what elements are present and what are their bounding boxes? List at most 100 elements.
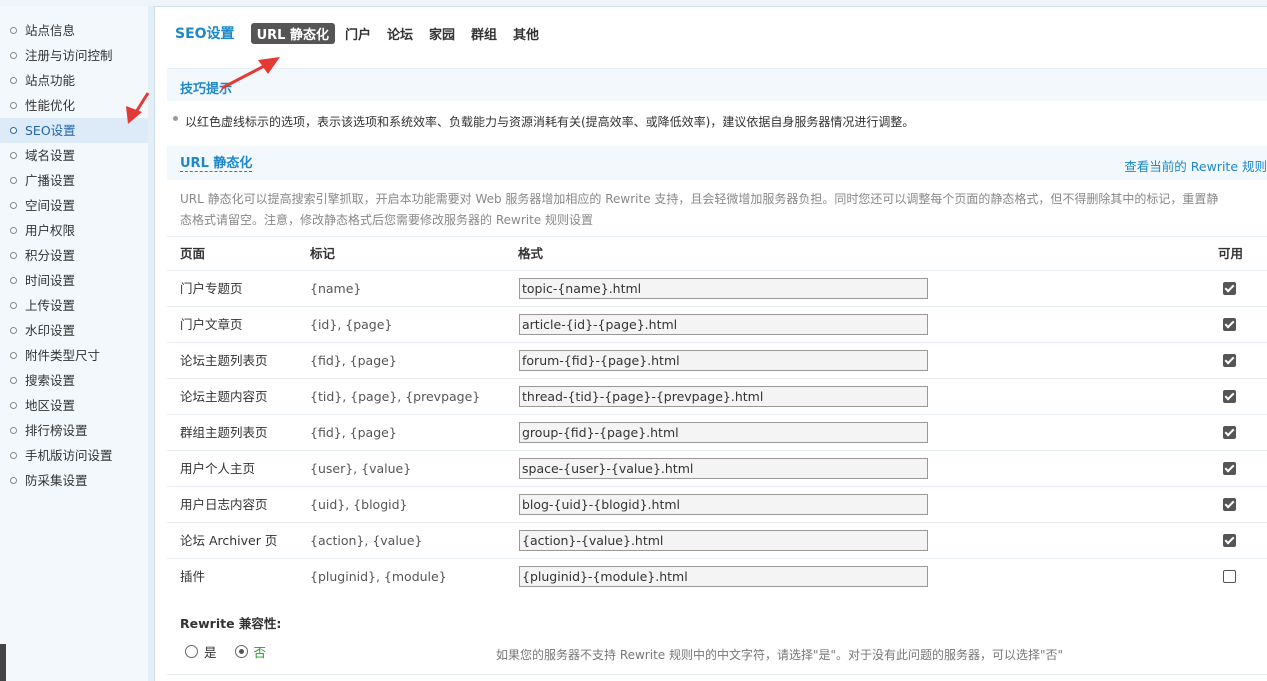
bullet-icon xyxy=(10,227,17,234)
sidebar-item-site-features[interactable]: 站点功能 xyxy=(0,68,148,93)
bullet-icon xyxy=(10,52,17,59)
sidebar-item-label: 搜索设置 xyxy=(25,373,76,388)
page-name: 群组主题列表页 xyxy=(180,425,268,440)
bullet-icon xyxy=(10,277,17,284)
format-input[interactable] xyxy=(519,386,928,407)
sidebar-item-register-access[interactable]: 注册与访问控制 xyxy=(0,43,148,68)
table-row: 论坛 Archiver 页 {action}, {value} xyxy=(167,522,1267,558)
format-input[interactable] xyxy=(519,278,928,299)
format-input[interactable] xyxy=(519,458,928,479)
sidebar-item-label: 用户权限 xyxy=(25,223,76,238)
tips-title: 技巧提示 xyxy=(180,82,233,97)
sidebar-item-region[interactable]: 地区设置 xyxy=(0,393,148,418)
view-rewrite-rules-link[interactable]: 查看当前的 Rewrite 规则 xyxy=(1124,156,1267,175)
sidebar-item-attachment-types[interactable]: 附件类型尺寸 xyxy=(0,343,148,368)
sidebar-item-label: 地区设置 xyxy=(25,398,76,413)
table-row: 门户文章页 {id}, {page} xyxy=(167,306,1267,342)
sidebar-item-performance[interactable]: 性能优化 xyxy=(0,93,148,118)
sidebar-item-label: 空间设置 xyxy=(25,198,76,213)
page-name: 插件 xyxy=(180,569,206,584)
sidebar-item-label: 手机版访问设置 xyxy=(25,448,113,463)
enabled-checkbox[interactable] xyxy=(1223,318,1236,331)
sidebar-item-anti-scrape[interactable]: 防采集设置 xyxy=(0,468,148,493)
divider xyxy=(167,674,1267,675)
table-header-row: 页面 标记 格式 可用 xyxy=(167,236,1267,270)
enabled-checkbox[interactable] xyxy=(1223,498,1236,511)
mark-text: {tid}, {page}, {prevpage} xyxy=(310,389,481,404)
compat-yes-label[interactable]: 是 xyxy=(204,642,217,661)
sidebar-item-ranking[interactable]: 排行榜设置 xyxy=(0,418,148,443)
scroll-handle[interactable] xyxy=(0,644,6,681)
tab-other[interactable]: 其他 xyxy=(513,24,539,43)
compat-no-label[interactable]: 否 xyxy=(254,642,267,661)
sidebar-item-broadcast[interactable]: 广播设置 xyxy=(0,168,148,193)
page-name: 论坛 Archiver 页 xyxy=(180,533,278,548)
table-row: 用户日志内容页 {uid}, {blogid} xyxy=(167,486,1267,522)
bullet-icon xyxy=(173,116,178,121)
sidebar-item-time[interactable]: 时间设置 xyxy=(0,268,148,293)
tab-forum[interactable]: 论坛 xyxy=(387,24,413,43)
sidebar-item-search[interactable]: 搜索设置 xyxy=(0,368,148,393)
table-body: 门户专题页 {name} 门户文章页 {id}, {page} 论坛主题列表页 {fid}… xyxy=(167,270,1267,594)
enabled-checkbox[interactable] xyxy=(1223,462,1236,475)
bullet-icon xyxy=(10,327,17,334)
format-input[interactable] xyxy=(519,530,928,551)
bullet-icon xyxy=(10,77,17,84)
sidebar-item-label: 防采集设置 xyxy=(25,473,88,488)
sidebar-item-site-info[interactable]: 站点信息 xyxy=(0,18,148,43)
bullet-icon xyxy=(10,302,17,309)
format-input[interactable] xyxy=(519,350,928,371)
enabled-checkbox[interactable] xyxy=(1223,282,1236,295)
sidebar-item-seo[interactable]: SEO设置 xyxy=(0,118,148,143)
bullet-icon xyxy=(10,127,17,134)
format-input[interactable] xyxy=(519,422,928,443)
sidebar-item-upload[interactable]: 上传设置 xyxy=(0,293,148,318)
tab-url-static[interactable]: URL 静态化 xyxy=(250,22,335,44)
table-row: 论坛主题列表页 {fid}, {page} xyxy=(167,342,1267,378)
sidebar-item-label: 积分设置 xyxy=(25,248,76,263)
enabled-checkbox[interactable] xyxy=(1223,426,1236,439)
sidebar: 站点信息 注册与访问控制 站点功能 性能优化 SEO设置 域名设置 广播设置 空… xyxy=(0,6,148,681)
sidebar-item-space[interactable]: 空间设置 xyxy=(0,193,148,218)
compat-no-radio[interactable] xyxy=(234,645,248,658)
compat-yes-radio[interactable] xyxy=(185,645,198,658)
mark-text: {name} xyxy=(310,281,362,296)
page-name: 门户专题页 xyxy=(180,281,243,296)
mark-text: {user}, {value} xyxy=(310,461,412,476)
table-row: 插件 {pluginid}, {module} xyxy=(167,558,1267,594)
tab-portal[interactable]: 门户 xyxy=(345,24,371,43)
sidebar-item-watermark[interactable]: 水印设置 xyxy=(0,318,148,343)
tab-home[interactable]: 家园 xyxy=(429,24,455,43)
sidebar-item-label: SEO设置 xyxy=(25,123,76,138)
tab-group[interactable]: 群组 xyxy=(471,24,497,43)
sidebar-item-label: 广播设置 xyxy=(25,173,76,188)
sidebar-item-credits[interactable]: 积分设置 xyxy=(0,243,148,268)
page-name: 论坛主题列表页 xyxy=(180,353,268,368)
sidebar-item-label: 排行榜设置 xyxy=(25,423,88,438)
bullet-icon xyxy=(10,27,17,34)
table-row: 用户个人主页 {user}, {value} xyxy=(167,450,1267,486)
sidebar-item-domain[interactable]: 域名设置 xyxy=(0,143,148,168)
format-input[interactable] xyxy=(519,314,928,335)
sidebar-item-label: 域名设置 xyxy=(25,148,76,163)
bullet-icon xyxy=(10,202,17,209)
format-input[interactable] xyxy=(519,494,928,515)
bullet-icon xyxy=(10,352,17,359)
compat-title: Rewrite 兼容性: xyxy=(180,616,282,631)
bullet-icon xyxy=(10,477,17,484)
sidebar-item-user-permissions[interactable]: 用户权限 xyxy=(0,218,148,243)
sidebar-item-mobile-access[interactable]: 手机版访问设置 xyxy=(0,443,148,468)
sidebar-item-label: 附件类型尺寸 xyxy=(25,348,101,363)
enabled-checkbox[interactable] xyxy=(1223,570,1236,583)
main-content: SEO设置 URL 静态化 门户 论坛 家园 群组 其他 技巧提示 以红色虚线标… xyxy=(155,6,1267,681)
bullet-icon xyxy=(10,102,17,109)
sidebar-item-label: 性能优化 xyxy=(25,98,76,113)
enabled-checkbox[interactable] xyxy=(1223,390,1236,403)
enabled-checkbox[interactable] xyxy=(1223,534,1236,547)
sidebar-divider xyxy=(148,6,155,681)
format-input[interactable] xyxy=(519,566,928,587)
enabled-checkbox[interactable] xyxy=(1223,354,1236,367)
page-name: 论坛主题内容页 xyxy=(180,389,268,404)
bullet-icon xyxy=(10,252,17,259)
bullet-icon xyxy=(10,402,17,409)
